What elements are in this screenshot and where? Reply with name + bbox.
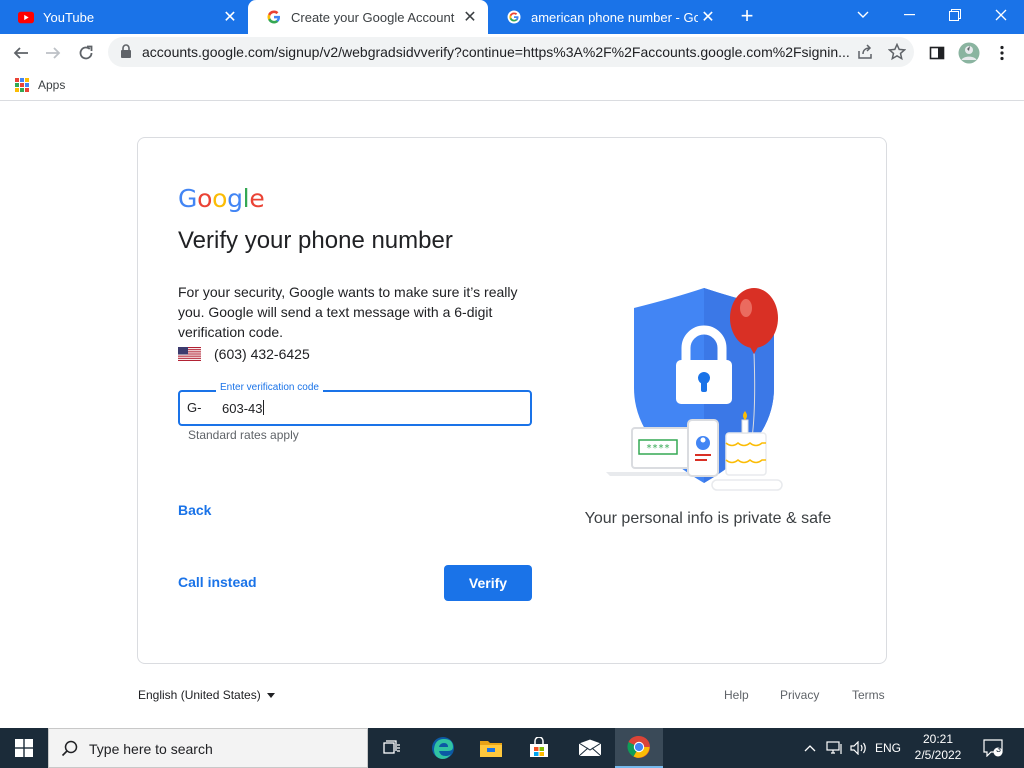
search-placeholder[interactable]: Type here to search <box>89 741 213 757</box>
windows-taskbar: Type here to search ENG 20:21 2/5/2022 3 <box>0 728 1024 768</box>
volume-icon[interactable] <box>848 728 870 768</box>
privacy-caption: Your personal info is private & safe <box>584 510 832 527</box>
reload-icon[interactable] <box>73 40 99 66</box>
clock-date: 2/5/2022 <box>914 748 962 762</box>
language-selector[interactable]: English (United States) <box>138 688 261 702</box>
windows-logo-icon <box>15 739 33 757</box>
close-tab-icon[interactable]: ✕ <box>460 7 480 27</box>
text-caret <box>263 400 265 415</box>
youtube-icon <box>18 9 34 25</box>
logo-letter: e <box>249 184 265 213</box>
lock-icon[interactable] <box>120 44 132 64</box>
restore-button[interactable] <box>932 0 978 30</box>
address-bar[interactable]: accounts.google.com/signup/v2/webgradsid… <box>108 37 914 67</box>
close-tab-icon[interactable]: ✕ <box>220 7 240 27</box>
close-window-button[interactable] <box>978 0 1024 30</box>
dropdown-arrow-icon[interactable] <box>267 693 275 698</box>
more-menu-icon[interactable] <box>989 40 1015 66</box>
rates-hint: Standard rates apply <box>188 428 299 442</box>
logo-letter: o <box>197 184 213 213</box>
tray-chevron-icon[interactable] <box>800 728 820 768</box>
language-indicator[interactable]: ENG <box>872 728 904 768</box>
password-field-mask: **** <box>646 443 670 454</box>
page-title: Verify your phone number <box>178 227 453 254</box>
tab-create-account[interactable]: Create your Google Account ✕ <box>248 0 488 34</box>
close-tab-icon[interactable]: ✕ <box>698 7 718 27</box>
tab-youtube[interactable]: YouTube ✕ <box>0 0 248 34</box>
apps-bookmark[interactable]: Apps <box>38 78 65 92</box>
verification-code-input[interactable]: 603-43 <box>222 400 265 416</box>
logo-letter: G <box>178 184 198 213</box>
notifications-icon[interactable]: 3 <box>978 728 1008 768</box>
security-shield-illustration: **** <box>606 288 783 491</box>
privacy-link[interactable]: Privacy <box>780 688 819 702</box>
tab-strip: YouTube ✕ Create your Google Account ✕ a… <box>0 0 1024 34</box>
bookmarks-bar: Apps <box>0 71 1024 101</box>
verification-code-field[interactable]: Enter verification code G- 603-43 <box>178 382 532 426</box>
tab-title: american phone number - Goog <box>531 9 698 25</box>
tab-american-phone[interactable]: american phone number - Goog ✕ <box>488 0 726 34</box>
browser-toolbar: accounts.google.com/signup/v2/webgradsid… <box>0 34 1024 71</box>
tab-title: Create your Google Account <box>291 9 455 25</box>
side-panel-icon[interactable] <box>924 40 950 66</box>
clock-time: 20:21 <box>922 732 954 746</box>
back-button[interactable]: Back <box>178 502 211 518</box>
edge-icon[interactable] <box>419 728 467 768</box>
us-flag-icon <box>178 347 201 361</box>
phone-number-row: (603) 432-6425 <box>178 346 310 362</box>
network-icon[interactable] <box>824 728 846 768</box>
share-icon[interactable] <box>856 43 874 61</box>
mail-icon[interactable] <box>566 728 614 768</box>
logo-letter: g <box>227 184 243 213</box>
page-footer: English (United States) Help Privacy Ter… <box>137 686 887 706</box>
code-prefix: G- <box>187 400 202 415</box>
new-tab-button[interactable]: + <box>735 5 759 28</box>
start-button[interactable] <box>0 728 48 768</box>
phone-number: (603) 432-6425 <box>214 346 310 362</box>
taskbar-search-box[interactable]: Type here to search <box>48 728 368 768</box>
url-text[interactable]: accounts.google.com/signup/v2/webgradsid… <box>142 44 854 60</box>
call-instead-button[interactable]: Call instead <box>178 574 257 590</box>
bookmark-star-icon[interactable] <box>887 42 907 61</box>
verify-button[interactable]: Verify <box>444 565 532 601</box>
verification-code-label: Enter verification code <box>216 382 323 393</box>
terms-link[interactable]: Terms <box>852 688 885 702</box>
minimize-button[interactable] <box>886 0 932 30</box>
logo-letter: o <box>212 184 228 213</box>
task-view-icon[interactable] <box>368 728 416 768</box>
tab-search-icon[interactable] <box>840 0 886 30</box>
notification-count: 3 <box>995 744 1001 754</box>
google-g-icon <box>266 9 282 25</box>
forward-arrow-icon[interactable] <box>40 40 66 66</box>
profile-avatar[interactable] <box>956 40 982 66</box>
help-link[interactable]: Help <box>724 688 749 702</box>
taskbar-clock[interactable]: 20:21 2/5/2022 <box>906 731 970 763</box>
search-icon <box>61 739 79 762</box>
google-g-icon <box>506 9 522 25</box>
file-explorer-icon[interactable] <box>467 728 515 768</box>
google-logo: Google <box>178 184 265 213</box>
store-icon[interactable] <box>515 728 563 768</box>
code-value[interactable]: 603-43 <box>222 401 262 416</box>
apps-grid-icon[interactable] <box>15 78 29 92</box>
tab-title: YouTube <box>43 9 95 25</box>
chrome-icon[interactable] <box>615 728 663 768</box>
back-arrow-icon[interactable] <box>8 40 34 66</box>
verify-phone-card: Google Verify your phone number For your… <box>137 137 887 664</box>
security-description: For your security, Google wants to make … <box>178 284 518 340</box>
